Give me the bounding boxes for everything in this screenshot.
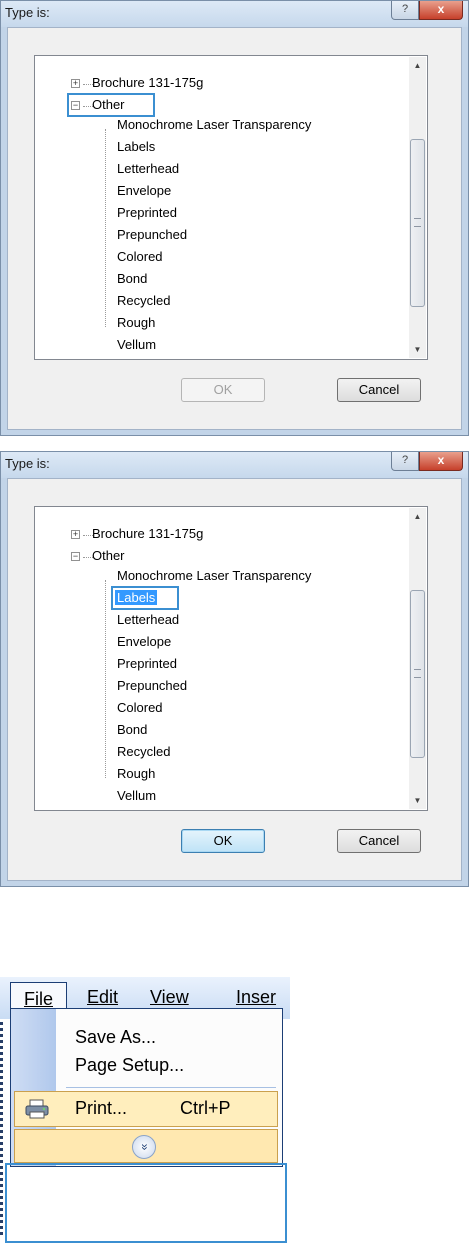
paper-type-dialog: Type is: ? x + Brochure 131-175g − Other… [0,451,469,887]
office-file-menu: File Edit View Inser Save As... Page Set… [0,970,290,1243]
scroll-down-arrow-icon[interactable]: ▼ [409,341,426,358]
vertical-scrollbar[interactable]: ▲ ▼ [409,508,426,809]
focus-highlight [111,586,179,610]
tree-item-brochure[interactable]: + Brochure 131-175g [71,524,203,544]
title-bar[interactable]: Type is: ? x [1,1,468,27]
menu-edit-label: Edit [87,987,119,1007]
close-button[interactable]: x [419,1,463,20]
grip-icon [414,669,421,678]
tree-item[interactable]: Recycled [117,291,170,311]
cancel-button[interactable]: Cancel [337,829,421,853]
scroll-thumb[interactable] [410,590,425,758]
tree-item[interactable]: Envelope [117,181,171,201]
menu-item-page-setup[interactable]: Page Setup... [75,1055,184,1076]
tree-item[interactable]: Prepunched [117,225,187,245]
tree-item[interactable]: Monochrome Laser Transparency [117,115,311,135]
scroll-down-arrow-icon[interactable]: ▼ [409,792,426,809]
tree-item[interactable]: Vellum [117,335,156,355]
scroll-thumb[interactable] [410,139,425,307]
tree-connector [105,580,106,778]
print-shortcut: Ctrl+P [180,1098,231,1118]
menu-file-label: File [23,989,53,1009]
dialog-title: Type is: [5,5,50,20]
menu-insert[interactable]: Inser [236,987,276,1008]
grip-icon [414,218,421,227]
tree-connector [105,129,106,327]
tree-item-label: Brochure 131-175g [92,75,204,90]
menu-insert-label: Inser [236,987,277,1007]
cancel-button[interactable]: Cancel [337,378,421,402]
menu-view-label: View [150,987,189,1007]
tree-item[interactable]: Letterhead [117,159,179,179]
tree-item[interactable]: Envelope [117,632,171,652]
tree-item-label: Brochure 131-175g [92,526,204,541]
title-bar[interactable]: Type is: ? x [1,452,468,478]
tree-item-brochure[interactable]: + Brochure 131-175g [71,73,203,93]
printer-icon [25,1099,49,1119]
expand-plus-icon[interactable]: + [71,79,80,88]
ok-button[interactable]: OK [181,378,265,402]
file-dropdown: Save As... Page Setup... Print... Ctrl+P… [10,1008,283,1167]
tree-item[interactable]: Colored [117,698,163,718]
menu-edit[interactable]: Edit [87,987,118,1008]
tree-item[interactable]: Colored [117,247,163,267]
paper-type-tree[interactable]: + Brochure 131-175g − Other Monochrome L… [34,506,428,811]
paper-type-tree[interactable]: + Brochure 131-175g − Other Monochrome L… [34,55,428,360]
scroll-up-arrow-icon[interactable]: ▲ [409,508,426,525]
menu-view[interactable]: View [150,987,189,1008]
focus-highlight [5,1163,287,1243]
scroll-up-arrow-icon[interactable]: ▲ [409,57,426,74]
expand-plus-icon[interactable]: + [71,530,80,539]
tree-item-label: Other [92,548,125,563]
tree-item[interactable]: Vellum [117,786,156,806]
menu-item-save-as[interactable]: Save As... [75,1027,156,1048]
paper-type-dialog: Type is: ? x + Brochure 131-175g − Other… [0,0,469,436]
menu-item-print[interactable]: Print... Ctrl+P [14,1091,278,1127]
dialog-client-area: + Brochure 131-175g − Other Monochrome L… [7,478,462,881]
tree-item[interactable]: Labels [117,137,155,157]
dialog-title: Type is: [5,456,50,471]
menu-separator [66,1087,276,1088]
tree-item[interactable]: Rough [117,764,155,784]
tree-item[interactable]: Monochrome Laser Transparency [117,566,311,586]
tree-item-other[interactable]: − Other [71,546,125,566]
tree-item[interactable]: Prepunched [117,676,187,696]
tree-item[interactable]: Bond [117,269,147,289]
vertical-scrollbar[interactable]: ▲ ▼ [409,57,426,358]
tree-item[interactable]: Preprinted [117,203,177,223]
help-button[interactable]: ? [391,1,419,20]
expand-menu-button[interactable]: » [14,1129,278,1163]
tree-item[interactable]: Bond [117,720,147,740]
focus-highlight [67,93,155,117]
print-label: Print... [75,1098,128,1118]
tree-item[interactable]: Letterhead [117,610,179,630]
ok-button[interactable]: OK [181,829,265,853]
tree-item[interactable]: Recycled [117,742,170,762]
dialog-client-area: + Brochure 131-175g − Other Monochrome L… [7,27,462,430]
chevron-double-down-icon: » [132,1135,156,1159]
close-button[interactable]: x [419,452,463,471]
collapse-minus-icon[interactable]: − [71,552,80,561]
tree-item[interactable]: Preprinted [117,654,177,674]
help-button[interactable]: ? [391,452,419,471]
tree-item[interactable]: Rough [117,313,155,333]
